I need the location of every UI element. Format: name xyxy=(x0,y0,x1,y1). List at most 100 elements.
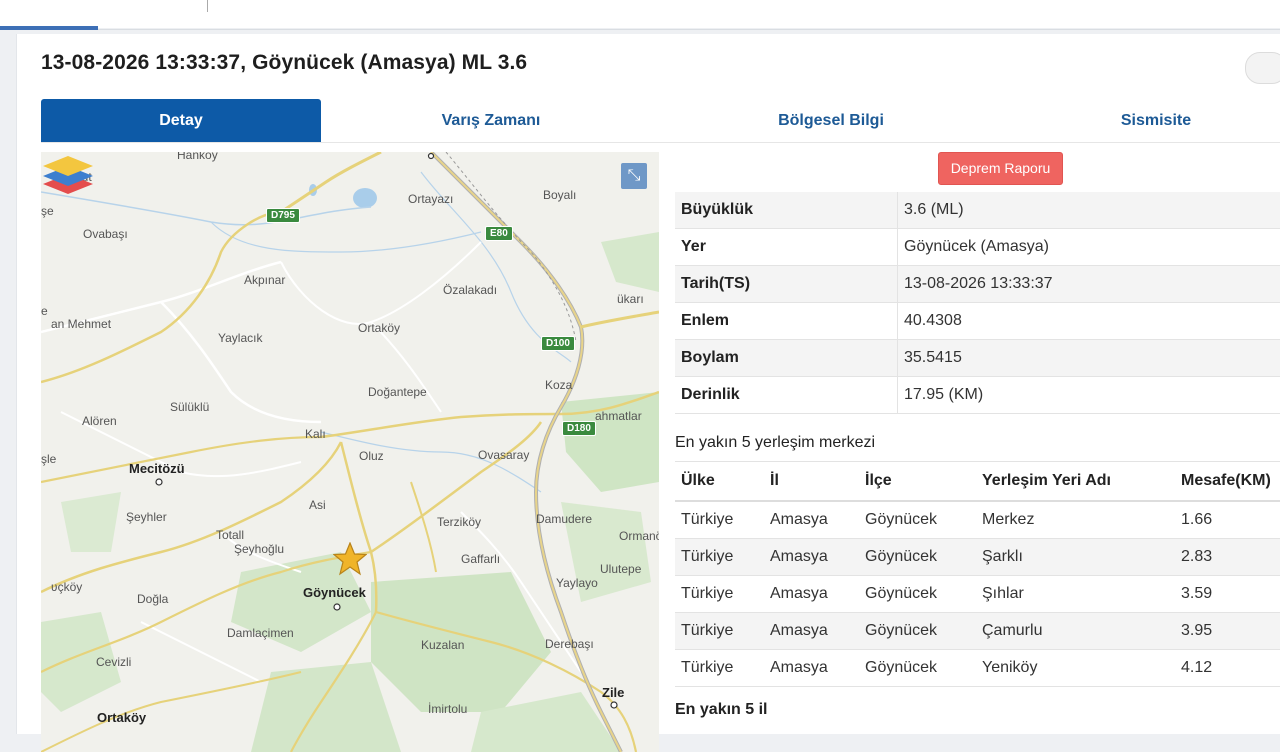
map-label-city: Zile xyxy=(602,685,624,700)
map-label: Damudere xyxy=(536,512,592,526)
nearest-settlements-title: En yakın 5 yerleşim merkezi xyxy=(675,434,875,452)
table-row: Derinlik 17.95 (KM) xyxy=(675,377,1280,414)
map-label: Terziköy xyxy=(437,515,481,529)
table-row: Büyüklük 3.6 (ML) xyxy=(675,192,1280,229)
detail-value: 35.5415 xyxy=(898,340,1280,377)
star-icon[interactable] xyxy=(333,542,367,576)
column-header: Yerleşim Yeri Adı xyxy=(976,462,1175,502)
map-label: Sülüklü xyxy=(170,400,209,414)
map-label: Ovabaşı xyxy=(83,227,128,241)
map-label: Kuzalan xyxy=(421,638,464,652)
map-label: Gaffarlı xyxy=(461,552,500,566)
detail-key: Enlem xyxy=(675,303,898,340)
table-cell: Türkiye xyxy=(675,650,764,687)
theme-toggle[interactable] xyxy=(1245,52,1280,84)
tab-bolgesel-bilgi[interactable]: Bölgesel Bilgi xyxy=(691,99,971,142)
layers-icon[interactable] xyxy=(41,152,95,198)
table-cell: Göynücek xyxy=(859,501,976,539)
table-row: Türkiye Amasya Göynücek Şıhlar 3.59 xyxy=(675,576,1280,613)
map-label: Özalakadı xyxy=(443,283,497,297)
map-label: Koza xyxy=(545,378,572,392)
map-label: Ovasaray xyxy=(478,448,529,462)
table-cell: Türkiye xyxy=(675,539,764,576)
detail-value: Göynücek (Amasya) xyxy=(898,229,1280,266)
map-label: Cevizli xyxy=(96,655,131,669)
navbar-border xyxy=(0,29,1280,30)
table-cell: 1.66 xyxy=(1175,501,1280,539)
table-cell: Göynücek xyxy=(859,539,976,576)
table-cell: Merkez xyxy=(976,501,1175,539)
road-shield-d100: D100 xyxy=(541,336,575,351)
tab-detay[interactable]: Detay xyxy=(41,99,321,142)
table-cell: Türkiye xyxy=(675,613,764,650)
map-label-city: Göynücek xyxy=(303,585,366,600)
column-header: Mesafe(KM) xyxy=(1175,462,1280,502)
table-row: Enlem 40.4308 xyxy=(675,303,1280,340)
event-details-table: Büyüklük 3.6 (ML) Yer Göynücek (Amasya) … xyxy=(675,192,1280,414)
table-row: Türkiye Amasya Göynücek Yeniköy 4.12 xyxy=(675,650,1280,687)
table-row: Türkiye Amasya Göynücek Çamurlu 3.95 xyxy=(675,613,1280,650)
table-cell: Göynücek xyxy=(859,613,976,650)
table-header-row: Ülke İl İlçe Yerleşim Yeri Adı Mesafe(KM… xyxy=(675,462,1280,502)
map-label: Derebaşı xyxy=(545,637,594,651)
table-row: Boylam 35.5415 xyxy=(675,340,1280,377)
detail-key: Boylam xyxy=(675,340,898,377)
table-cell: Şarklı xyxy=(976,539,1175,576)
detail-key: Tarih(TS) xyxy=(675,266,898,303)
table-cell: Amasya xyxy=(764,576,859,613)
tab-sismisite[interactable]: Sismisite xyxy=(1016,99,1280,142)
map-label: e xyxy=(41,304,48,318)
table-cell: 4.12 xyxy=(1175,650,1280,687)
map-label: Asi xyxy=(309,498,326,512)
detail-value: 13-08-2026 13:33:37 xyxy=(898,266,1280,303)
map-label: Hanköy xyxy=(177,152,218,162)
table-cell: Çamurlu xyxy=(976,613,1175,650)
table-cell: Amasya xyxy=(764,501,859,539)
earthquake-report-button[interactable]: Deprem Raporu xyxy=(938,152,1063,185)
table-cell: Göynücek xyxy=(859,576,976,613)
detail-value: 40.4308 xyxy=(898,303,1280,340)
nearest-provinces-title: En yakın 5 il xyxy=(675,701,767,719)
map-label: ahmatlar xyxy=(595,409,642,423)
detail-key: Yer xyxy=(675,229,898,266)
table-cell: Şıhlar xyxy=(976,576,1175,613)
expand-arrows-icon[interactable]: ⤡ xyxy=(621,163,647,189)
table-cell: 2.83 xyxy=(1175,539,1280,576)
map-label: Boyalı xyxy=(543,188,576,202)
map-label: Yaylayo xyxy=(556,576,598,590)
table-cell: Amasya xyxy=(764,650,859,687)
map-base xyxy=(41,152,659,752)
map-label: Şeyhler xyxy=(126,510,167,524)
table-cell: 3.95 xyxy=(1175,613,1280,650)
map-label: Totall xyxy=(216,528,244,542)
map-label: İmirtolu xyxy=(428,702,467,716)
map-label: Akpınar xyxy=(244,273,285,287)
map-label: şe xyxy=(41,204,54,218)
map-label: Oluz xyxy=(359,449,384,463)
navbar-separator xyxy=(207,0,208,12)
map-label: Ormanö xyxy=(619,529,659,543)
page-title: 13-08-2026 13:33:37, Göynücek (Amasya) M… xyxy=(41,51,527,75)
map-label: ʋçköy xyxy=(51,580,82,594)
table-cell: Türkiye xyxy=(675,501,764,539)
map-label: Ulutepe xyxy=(600,562,641,576)
table-cell: 3.59 xyxy=(1175,576,1280,613)
table-cell: Yeniköy xyxy=(976,650,1175,687)
column-header: Ülke xyxy=(675,462,764,502)
map-label: Alören xyxy=(82,414,117,428)
map-label: Kalı xyxy=(305,427,326,441)
map-label: an Mehmet xyxy=(51,317,111,331)
map-label: ükarı xyxy=(617,292,644,306)
road-shield-d180: D180 xyxy=(562,421,596,436)
road-shield-e80: E80 xyxy=(485,226,513,241)
detail-key: Derinlik xyxy=(675,377,898,414)
map-label: Doğantepe xyxy=(368,385,427,399)
map-label-city: Mecitözü xyxy=(129,461,185,476)
tab-varis-zamani[interactable]: Varış Zamanı xyxy=(351,99,631,142)
road-shield-d795: D795 xyxy=(266,208,300,223)
table-cell: Göynücek xyxy=(859,650,976,687)
map-label: şle xyxy=(41,452,56,466)
map-label: Doğla xyxy=(137,592,168,606)
epicenter-map[interactable]: D795 E80 D100 D180 Hanköy Korkut Ortayaz… xyxy=(41,152,659,752)
map-label: Damlaçimen xyxy=(227,626,294,640)
